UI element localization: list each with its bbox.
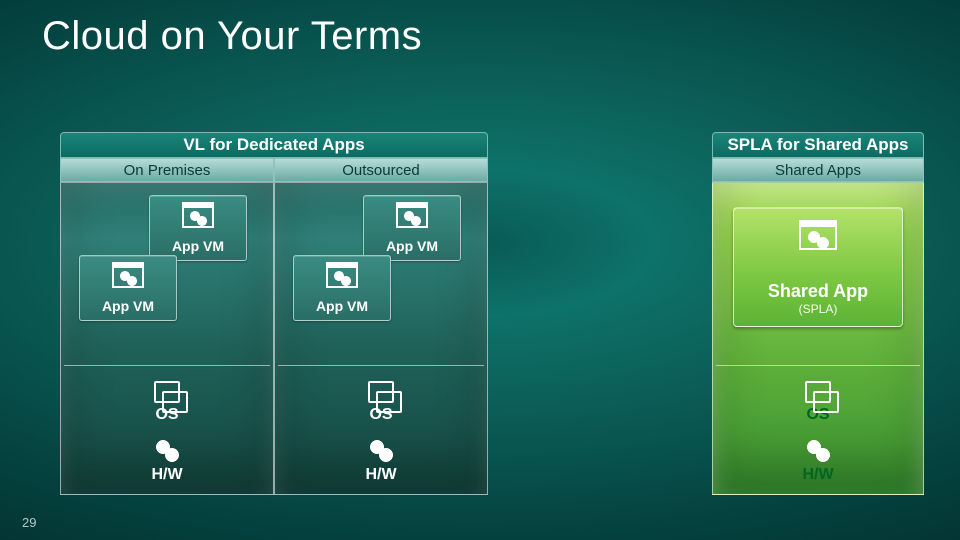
hw-label: H/W [61, 439, 273, 484]
group-header-spla: SPLA for Shared Apps [712, 132, 924, 158]
os-label: OS [713, 381, 923, 424]
app-vm-label: App VM [386, 238, 438, 254]
layers-icon [154, 381, 180, 403]
hw-text: H/W [365, 466, 396, 483]
column-on-premises: App VM App VM OS H/W [60, 182, 274, 495]
os-label: OS [61, 381, 273, 424]
app-vm-label: App VM [102, 298, 154, 314]
gear-icon [155, 439, 179, 463]
column-header-on-premises: On Premises [60, 158, 274, 182]
shared-app-label: Shared App [768, 281, 868, 302]
group-header-vl: VL for Dedicated Apps [60, 132, 488, 158]
app-vm-label: App VM [172, 238, 224, 254]
app-vm-tile: App VM [293, 255, 391, 321]
column-outsourced: App VM App VM OS H/W [274, 182, 488, 495]
hw-text: H/W [151, 466, 182, 483]
shared-app-tile: Shared App (SPLA) [733, 207, 903, 327]
app-vm-label: App VM [316, 298, 368, 314]
hw-label: H/W [275, 439, 487, 484]
page-title: Cloud on Your Terms [42, 14, 422, 59]
slide-number: 29 [22, 515, 36, 530]
gear-icon [369, 439, 393, 463]
shared-app-sublabel: (SPLA) [799, 302, 838, 316]
app-vm-tile: App VM [363, 195, 461, 261]
column-shared-apps: Shared App (SPLA) OS H/W [712, 182, 924, 495]
layers-icon [368, 381, 394, 403]
hw-text: H/W [802, 466, 833, 483]
app-vm-tile: App VM [149, 195, 247, 261]
hw-label: H/W [713, 439, 923, 484]
column-header-shared-apps: Shared Apps [712, 158, 924, 182]
gear-icon [806, 439, 830, 463]
column-header-outsourced: Outsourced [274, 158, 488, 182]
layers-icon [805, 381, 831, 403]
os-label: OS [275, 381, 487, 424]
app-vm-tile: App VM [79, 255, 177, 321]
